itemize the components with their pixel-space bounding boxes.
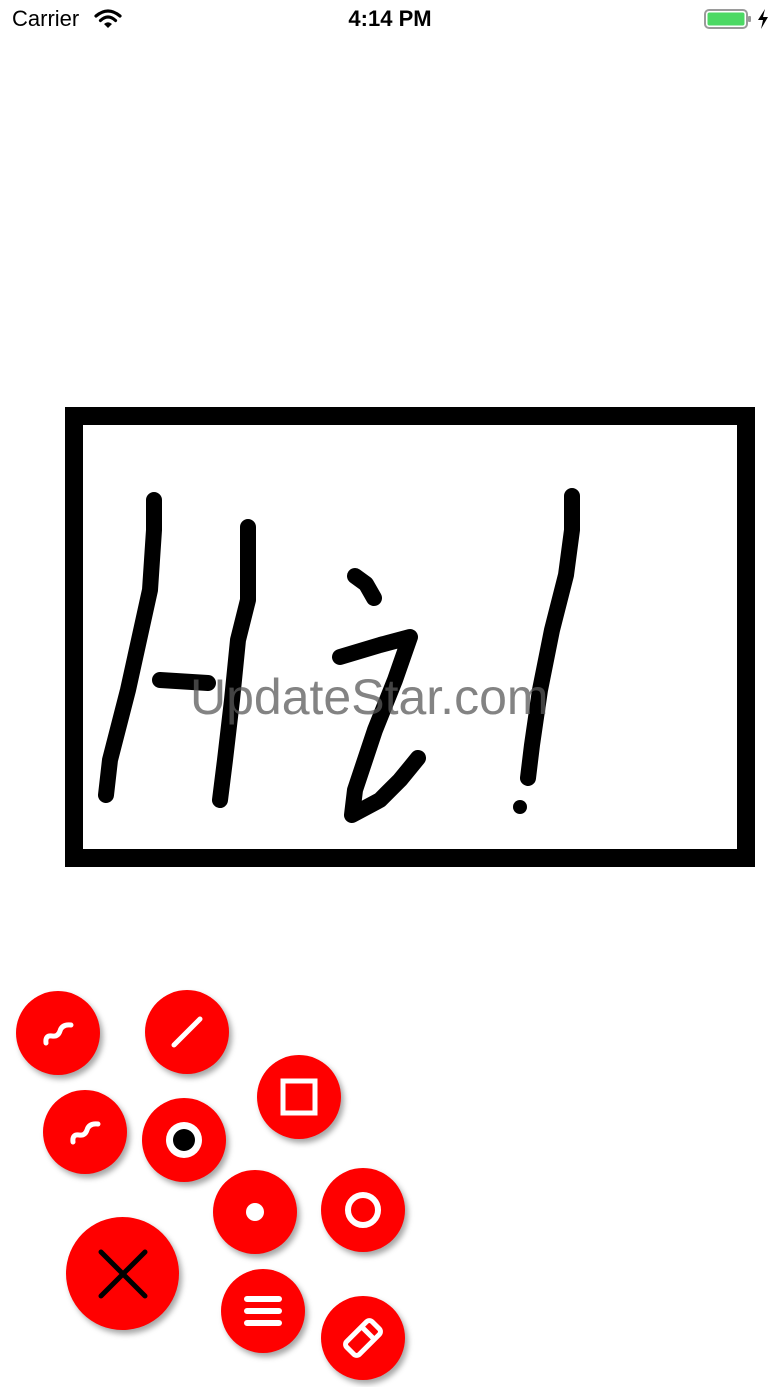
- drawing-screen: Carrier 4:14 PM UpdateStar.com: [0, 0, 780, 1387]
- eraser-tool-button[interactable]: [321, 1296, 405, 1380]
- clock: 4:14 PM: [348, 6, 432, 31]
- ellipse-tool-button[interactable]: [321, 1168, 405, 1252]
- drawn-stroke-exclamation: [520, 488, 580, 786]
- watermark: UpdateStar.com: [190, 669, 549, 725]
- eraser-icon: [343, 1318, 383, 1358]
- close-icon: [98, 1249, 147, 1298]
- stroke-small-button[interactable]: [213, 1170, 297, 1254]
- small-dot-icon: [246, 1203, 264, 1221]
- circle-outline-icon: [345, 1192, 381, 1228]
- rectangle-tool-button[interactable]: [257, 1055, 341, 1139]
- large-dot-icon: [166, 1122, 202, 1158]
- drawn-stroke-h-left: [98, 492, 162, 803]
- square-icon: [280, 1078, 318, 1116]
- battery-icon: [704, 8, 752, 35]
- charging-bolt-icon: [756, 8, 770, 35]
- squiggle-icon: [43, 1022, 74, 1046]
- drawn-dot-exclamation: [513, 800, 527, 814]
- menu-icon: [244, 1296, 282, 1326]
- stroke-large-button[interactable]: [142, 1098, 226, 1182]
- squiggle-icon: [70, 1121, 101, 1145]
- menu-button[interactable]: [221, 1269, 305, 1353]
- drawn-stroke-i-dot: [347, 568, 382, 606]
- drawn-stroke-h-right: [212, 519, 256, 808]
- freehand-tool-button[interactable]: [16, 991, 100, 1075]
- drawn-stroke-z: [332, 629, 426, 823]
- line-icon: [171, 1016, 203, 1048]
- line-tool-button[interactable]: [145, 990, 229, 1074]
- status-bar: Carrier 4:14 PM: [0, 0, 780, 40]
- freehand-tool-2-button[interactable]: [43, 1090, 127, 1174]
- close-menu-button[interactable]: [66, 1217, 179, 1330]
